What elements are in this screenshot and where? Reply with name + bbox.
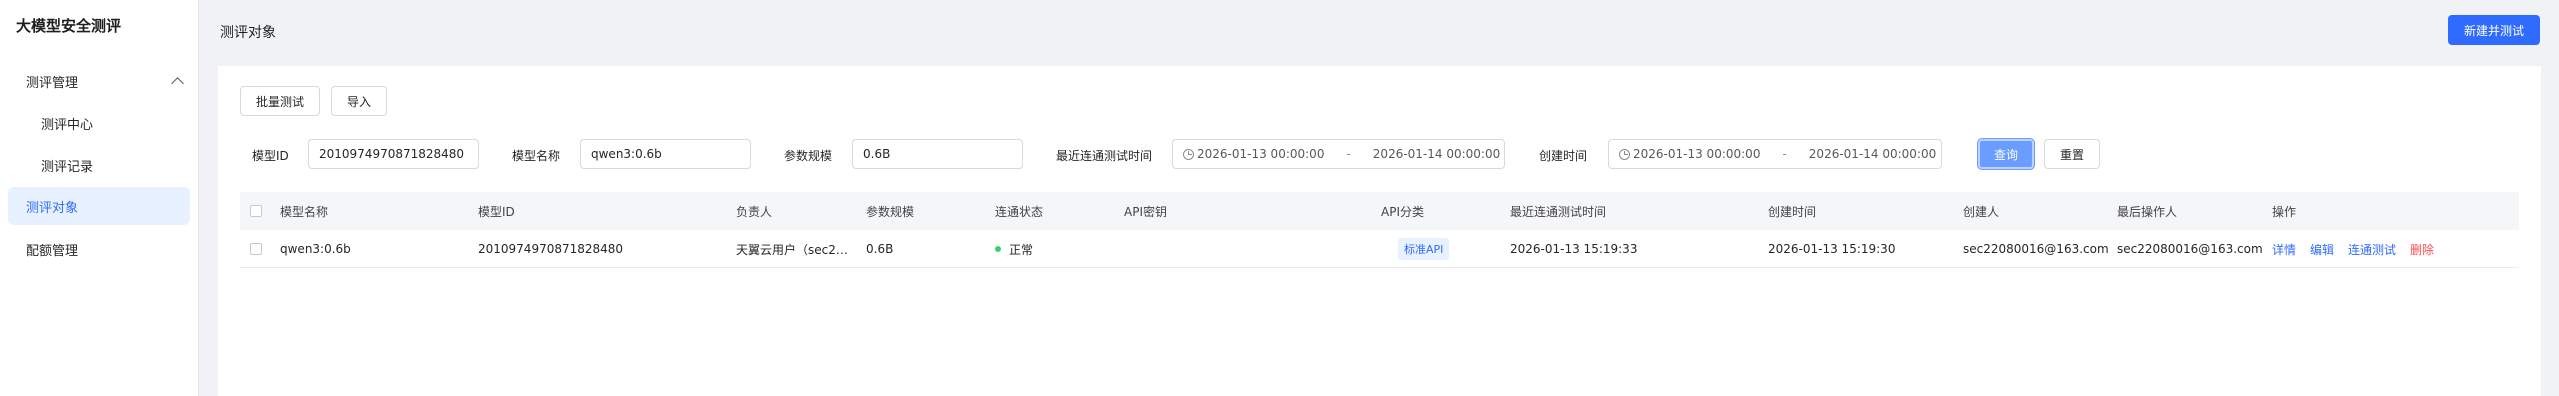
created-end-date[interactable]: 2026-01-14 00:00:00 [1809,147,1936,161]
last-test-time-label: 最近连通测试时间 [1056,149,1153,163]
edit-link[interactable]: 编辑 [2310,241,2334,258]
param-scale-input[interactable] [852,139,1023,169]
api-category-tag: 标准API [1398,238,1450,260]
batch-test-button[interactable]: 批量测试 [240,86,320,116]
clock-icon [1619,148,1630,160]
table-row: qwen3:0.6b 2010974970871828480 天翼云用户（sec… [240,230,2519,268]
sidebar-item-quota-management[interactable]: 配额管理 [26,240,78,259]
sidebar-item-evaluation-records[interactable]: 测评记录 [41,156,93,175]
sidebar-item-evaluation-objects[interactable]: 测评对象 [8,187,190,225]
column-header-actions: 操作 [2272,204,2297,219]
detail-link[interactable]: 详情 [2272,241,2296,258]
sidebar-group-label: 测评管理 [26,75,79,91]
status-dot-icon [995,246,1001,252]
table-header: 模型名称 模型ID 负责人 参数规模 连通状态 API密钥 API分类 最近连通… [240,192,2519,230]
created-start-date[interactable]: 2026-01-13 00:00:00 [1633,147,1760,161]
column-header-api-key: API密钥 [1124,204,1167,219]
column-header-api-category: API分类 [1381,204,1424,219]
app-title: 大模型安全测评 [16,17,122,35]
column-header-owner: 负责人 [736,204,773,219]
query-button[interactable]: 查询 [1978,139,2034,169]
last-test-end-date[interactable]: 2026-01-14 00:00:00 [1373,147,1500,161]
sidebar: 大模型安全测评 测评管理 测评中心 测评记录 测评对象 配额管理 [0,0,199,396]
created-time-label: 创建时间 [1539,149,1588,163]
cell-created-time: 2026-01-13 15:19:30 [1768,242,1896,256]
column-header-last-operator: 最后操作人 [2117,204,2178,219]
cell-model-name: qwen3:0.6b [280,242,351,256]
column-header-created-time: 创建时间 [1768,204,1817,219]
cell-param-scale: 0.6B [866,242,894,256]
import-button[interactable]: 导入 [331,86,387,116]
model-name-input[interactable] [580,139,751,169]
sidebar-item-evaluation-center[interactable]: 测评中心 [41,114,93,133]
sidebar-group-evaluation-management[interactable]: 测评管理 [26,72,186,91]
last-test-start-date[interactable]: 2026-01-13 00:00:00 [1197,147,1324,161]
create-and-test-button[interactable]: 新建并测试 [2448,15,2540,45]
reset-button[interactable]: 重置 [2044,139,2100,169]
cell-last-operator: sec22080016@163.com [2117,242,2263,256]
model-id-input[interactable] [308,139,479,169]
main-panel: 批量测试 导入 模型ID 模型名称 参数规模 最近连通测试时间 2026-01-… [218,66,2541,396]
cell-actions: 详情 编辑 连通测试 删除 [2272,230,2448,268]
connectivity-test-link[interactable]: 连通测试 [2348,241,2396,258]
sidebar-item-label: 测评对象 [26,200,79,216]
column-header-creator: 创建人 [1963,204,2000,219]
row-checkbox[interactable] [250,243,262,255]
column-header-last-test-time: 最近连通测试时间 [1510,204,1607,219]
cell-connectivity-status: 正常 [995,230,1033,268]
delete-link[interactable]: 删除 [2410,241,2434,258]
cell-api-category: 标准API [1398,230,1450,268]
cell-owner: 天翼云用户（sec2… [736,242,848,257]
cell-creator: sec22080016@163.com [1963,242,2109,256]
model-name-label: 模型名称 [512,149,561,163]
column-header-model-id: 模型ID [478,204,515,219]
select-all-checkbox[interactable] [250,205,262,217]
column-header-param-scale: 参数规模 [866,204,915,219]
created-time-range-picker[interactable]: 2026-01-13 00:00:00 - 2026-01-14 00:00:0… [1608,139,1942,169]
cell-model-id: 2010974970871828480 [478,242,624,256]
clock-icon [1183,148,1194,160]
column-header-connectivity-status: 连通状态 [995,204,1044,219]
page-title: 测评对象 [220,25,276,41]
column-header-model-name: 模型名称 [280,204,329,219]
status-text: 正常 [1009,242,1034,257]
range-separator: - [1346,147,1351,161]
last-test-time-range-picker[interactable]: 2026-01-13 00:00:00 - 2026-01-14 00:00:0… [1172,139,1505,169]
param-scale-label: 参数规模 [784,149,833,163]
cell-last-test-time: 2026-01-13 15:19:33 [1510,242,1638,256]
model-id-label: 模型ID [252,149,289,163]
chevron-up-icon [171,76,184,90]
range-separator: - [1782,147,1787,161]
